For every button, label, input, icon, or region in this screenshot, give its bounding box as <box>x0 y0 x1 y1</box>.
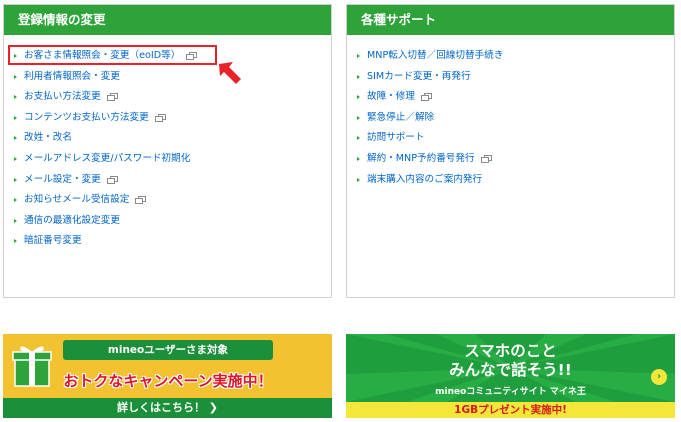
menu-link[interactable]: 改姓・改名 <box>24 132 72 143</box>
community-promo-label: 1GBプレゼント実施中! <box>346 402 675 418</box>
menu-link[interactable]: メール設定・変更 <box>24 174 101 185</box>
bullet-arrow-icon <box>14 156 17 161</box>
menu-item-name-change[interactable]: 改姓・改名 <box>4 128 331 149</box>
registration-panel: 登録情報の変更 お客さま情報照会・変更（eoID等） 利用者情報照会・変更 お支… <box>3 4 332 298</box>
bullet-arrow-icon <box>14 54 17 58</box>
next-arrow-icon[interactable]: › <box>651 369 667 385</box>
bullet-arrow-icon <box>357 115 360 120</box>
community-site-label: mineoコミュニティサイト マイネ王 <box>435 387 586 397</box>
bullet-arrow-icon <box>14 198 17 203</box>
menu-item-user-info[interactable]: 利用者情報照会・変更 <box>4 67 331 88</box>
external-window-icon <box>106 93 118 102</box>
menu-item-optimization[interactable]: 通信の最適化設定変更 <box>4 211 331 232</box>
bullet-arrow-icon <box>357 177 360 182</box>
menu-item-notification-mail[interactable]: お知らせメール受信設定 <box>4 190 331 211</box>
menu-item-mail-settings[interactable]: メール設定・変更 <box>4 170 331 191</box>
menu-item-visit-support[interactable]: 訪問サポート <box>347 128 674 149</box>
bullet-arrow-icon <box>14 177 17 182</box>
menu-item-customer-info[interactable]: お客さま情報照会・変更（eoID等） <box>4 45 331 67</box>
menu-link[interactable]: お知らせメール受信設定 <box>24 194 129 205</box>
bullet-arrow-icon <box>357 136 360 141</box>
support-panel-title: 各種サポート <box>347 5 674 35</box>
red-pointer-arrow-icon <box>219 62 241 84</box>
menu-link[interactable]: 通信の最適化設定変更 <box>24 215 120 226</box>
menu-item-repair[interactable]: 故障・修理 <box>347 87 674 108</box>
menu-link[interactable]: 緊急停止／解除 <box>367 112 434 123</box>
menu-item-pin-change[interactable]: 暗証番号変更 <box>4 231 331 252</box>
menu-link[interactable]: 端末購入内容のご案内発行 <box>367 174 482 185</box>
menu-item-cancellation[interactable]: 解約・MNP予約番号発行 <box>347 149 674 170</box>
campaign-headline: おトクなキャンペーン実施中！ <box>63 372 273 390</box>
registration-panel-title: 登録情報の変更 <box>4 5 331 35</box>
external-window-icon <box>480 154 492 163</box>
menu-item-mnp-transfer[interactable]: MNP転入切替／回線切替手続き <box>347 46 674 67</box>
campaign-details-link[interactable]: 詳しくはこちら！ ❯ <box>3 398 332 418</box>
menu-link[interactable]: メールアドレス変更/パスワード初期化 <box>24 153 190 164</box>
external-window-icon <box>154 113 166 122</box>
support-panel: 各種サポート MNP転入切替／回線切替手続き SIMカード変更・再発行 故障・修… <box>346 4 675 298</box>
external-window-icon <box>420 93 432 102</box>
bullet-arrow-icon <box>357 74 360 79</box>
bullet-arrow-icon <box>357 54 360 58</box>
bullet-arrow-icon <box>357 156 360 161</box>
bullet-arrow-icon <box>14 95 17 100</box>
support-menu: MNP転入切替／回線切替手続き SIMカード変更・再発行 故障・修理 緊急停止／… <box>347 35 674 190</box>
menu-item-payment-method[interactable]: お支払い方法変更 <box>4 87 331 108</box>
external-window-icon <box>106 175 118 184</box>
menu-item-purchase-info[interactable]: 端末購入内容のご案内発行 <box>347 170 674 191</box>
menu-link[interactable]: 故障・修理 <box>367 91 415 102</box>
campaign-target-label: mineoユーザーさま対象 <box>63 340 273 360</box>
bullet-arrow-icon <box>14 239 17 244</box>
registration-menu: お客さま情報照会・変更（eoID等） 利用者情報照会・変更 お支払い方法変更 コ… <box>4 35 331 252</box>
menu-link[interactable]: お支払い方法変更 <box>24 91 101 102</box>
bullet-arrow-icon <box>14 136 17 141</box>
bullet-arrow-icon <box>14 74 17 79</box>
bullet-arrow-icon <box>14 218 17 223</box>
campaign-banner[interactable]: mineoユーザーさま対象 おトクなキャンペーン実施中！ 詳しくはこちら！ ❯ <box>3 334 332 418</box>
external-window-icon <box>135 196 147 205</box>
bullet-arrow-icon <box>357 95 360 100</box>
community-banner[interactable]: スマホのこと みんなで話そう!! mineoコミュニティサイト マイネ王 › 1… <box>346 334 675 418</box>
menu-link[interactable]: 訪問サポート <box>367 132 425 143</box>
community-headline-line1: スマホのこと <box>464 342 557 360</box>
menu-item-email-password[interactable]: メールアドレス変更/パスワード初期化 <box>4 149 331 170</box>
menu-link[interactable]: SIMカード変更・再発行 <box>367 71 471 82</box>
external-window-icon <box>186 52 198 60</box>
menu-item-content-payment[interactable]: コンテンツお支払い方法変更 <box>4 108 331 129</box>
menu-link[interactable]: 解約・MNP予約番号発行 <box>367 153 475 164</box>
community-headline-line2: みんなで話そう!! <box>449 361 572 379</box>
menu-item-sim-reissue[interactable]: SIMカード変更・再発行 <box>347 67 674 88</box>
bullet-arrow-icon <box>14 115 17 120</box>
menu-link[interactable]: MNP転入切替／回線切替手続き <box>367 50 503 61</box>
gift-box-icon <box>12 346 52 387</box>
community-headline: スマホのこと みんなで話そう!! <box>346 342 675 380</box>
menu-item-emergency-stop[interactable]: 緊急停止／解除 <box>347 108 674 129</box>
menu-link[interactable]: 暗証番号変更 <box>24 235 82 246</box>
menu-link[interactable]: コンテンツお支払い方法変更 <box>24 112 149 123</box>
menu-link[interactable]: 利用者情報照会・変更 <box>24 71 120 82</box>
